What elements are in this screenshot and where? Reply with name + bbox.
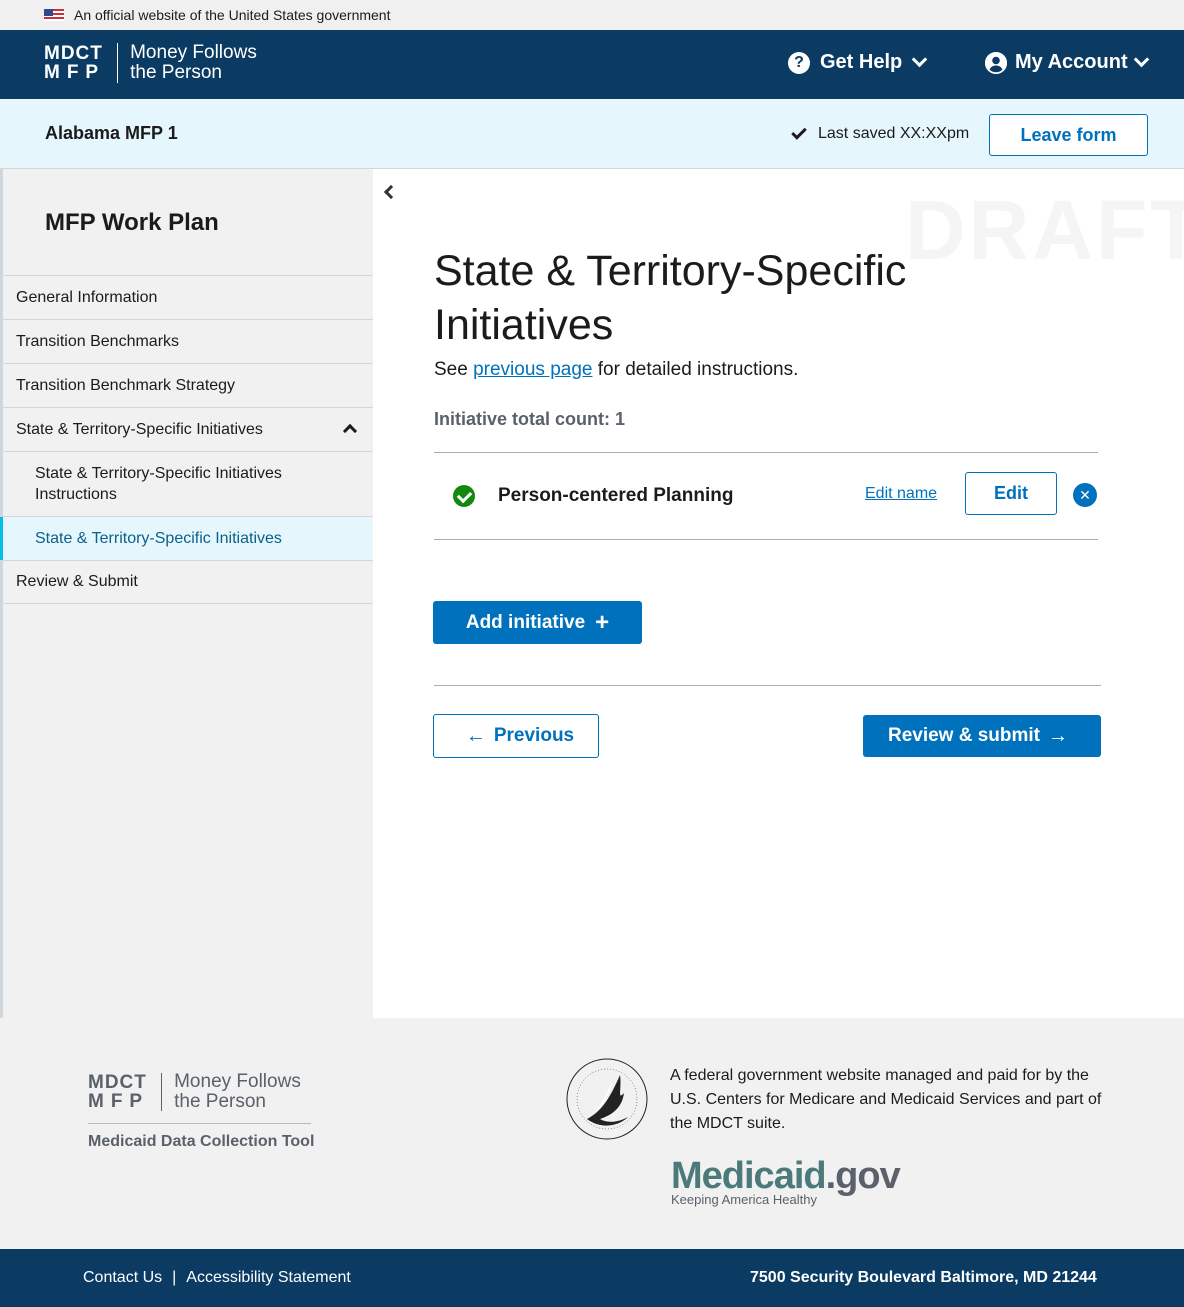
sidebar-item-label: Review & Submit bbox=[16, 573, 138, 590]
edit-initiative-button[interactable]: Edit bbox=[965, 472, 1057, 515]
footer-bottom-bar: Contact Us | Accessibility Statement 750… bbox=[0, 1249, 1184, 1307]
my-account-label: My Account bbox=[1015, 51, 1128, 73]
logo-abbr-line1: MDCT bbox=[44, 43, 103, 64]
sidebar-item-label: State & Territory-Specific Initiatives I… bbox=[35, 465, 282, 503]
sidebar-title: MFP Work Plan bbox=[45, 209, 219, 236]
leave-form-button[interactable]: Leave form bbox=[989, 114, 1148, 156]
logo-name: Money Follows the Person bbox=[174, 1072, 301, 1112]
gov-banner-text: An official website of the United States… bbox=[74, 7, 391, 23]
initiative-name: Person-centered Planning bbox=[498, 485, 734, 506]
sidebar-subitem-initiatives-instructions[interactable]: State & Territory-Specific Initiatives I… bbox=[3, 451, 373, 516]
previous-button[interactable]: ← Previous bbox=[433, 714, 599, 758]
logo-abbr-line2: MFP bbox=[44, 62, 106, 83]
sidebar-item-transition-benchmark-strategy[interactable]: Transition Benchmark Strategy bbox=[3, 363, 373, 407]
gov-banner: An official website of the United States… bbox=[0, 0, 1184, 30]
logo-abbr-line2: MFP bbox=[88, 1091, 150, 1112]
sidebar-item-general-information[interactable]: General Information bbox=[3, 275, 373, 319]
get-help-label: Get Help bbox=[820, 51, 903, 73]
question-icon: ? bbox=[788, 51, 810, 74]
checkmark-icon bbox=[791, 124, 807, 140]
review-submit-button[interactable]: Review & submit → bbox=[863, 715, 1101, 757]
plus-icon: + bbox=[595, 609, 610, 636]
my-account-menu[interactable]: My Account bbox=[985, 51, 1149, 74]
hhs-seal-icon bbox=[566, 1058, 648, 1140]
sidebar-item-label: General Information bbox=[16, 288, 158, 306]
mfp-logo[interactable]: MDCT MFP Money Follows the Person bbox=[44, 43, 257, 83]
medicaid-word: Medicaid bbox=[671, 1155, 827, 1197]
chevron-left-icon bbox=[383, 184, 399, 200]
collapse-sidebar-button[interactable] bbox=[380, 182, 400, 206]
complete-check-icon bbox=[453, 485, 475, 507]
logo-name-line1: Money Follows bbox=[130, 42, 257, 63]
sidebar-item-label: State & Territory-Specific Initiatives bbox=[35, 529, 282, 547]
instructions-suffix: for detailed instructions. bbox=[592, 359, 799, 380]
medicaid-gov-suffix: .gov bbox=[825, 1155, 901, 1197]
medicaid-gov-logo[interactable]: Medicaid.gov Keeping America Healthy bbox=[671, 1155, 901, 1207]
sidebar-item-transition-benchmarks[interactable]: Transition Benchmarks bbox=[3, 319, 373, 363]
instructions-prefix: See bbox=[434, 359, 474, 380]
logo-name: Money Follows the Person bbox=[130, 43, 257, 83]
initiative-count: Initiative total count: 1 bbox=[434, 409, 626, 429]
tool-name: Medicaid Data Collection Tool bbox=[88, 1133, 315, 1150]
accessibility-statement-link[interactable]: Accessibility Statement bbox=[186, 1269, 351, 1287]
sidebar-subitem-initiatives[interactable]: State & Territory-Specific Initiatives bbox=[0, 516, 373, 560]
add-initiative-label: Add initiative bbox=[465, 611, 586, 633]
logo-name-line2: the Person bbox=[130, 62, 223, 83]
footer-mfp-logo: MDCT MFP Money Follows the Person bbox=[88, 1072, 301, 1112]
logo-abbr: MDCT MFP bbox=[44, 44, 105, 82]
sidebar-item-label: Transition Benchmarks bbox=[16, 332, 180, 350]
sidebar-nav: General Information Transition Benchmark… bbox=[0, 275, 373, 604]
logo-divider bbox=[117, 43, 119, 83]
initiative-row: Person-centered Planning Edit name Edit … bbox=[434, 453, 1098, 539]
divider bbox=[434, 685, 1101, 686]
sidebar-item-label: State & Territory-Specific Initiatives bbox=[16, 420, 263, 438]
logo-name-line1: Money Follows bbox=[174, 1071, 301, 1092]
site-header: MDCT MFP Money Follows the Person ? Get … bbox=[0, 30, 1184, 99]
chevron-up-icon bbox=[342, 423, 358, 439]
logo-name-line2: the Person bbox=[174, 1091, 267, 1112]
footer-links: Contact Us | Accessibility Statement bbox=[83, 1269, 361, 1287]
sidebar-item-state-territory-initiatives[interactable]: State & Territory-Specific Initiatives bbox=[3, 407, 373, 451]
footer-logo-rule bbox=[88, 1123, 311, 1124]
previous-page-link[interactable]: previous page bbox=[473, 359, 592, 380]
sidebar-item-review-submit[interactable]: Review & Submit bbox=[3, 560, 373, 604]
get-help-menu[interactable]: ? Get Help bbox=[788, 51, 928, 74]
last-saved: Last saved XX:XXpm bbox=[791, 124, 970, 143]
arrow-right-icon: → bbox=[1048, 724, 1069, 747]
chevron-down-icon bbox=[911, 51, 928, 68]
delete-initiative-icon[interactable]: ✕ bbox=[1073, 483, 1097, 507]
add-initiative-button[interactable]: Add initiative + bbox=[433, 601, 642, 644]
previous-label: Previous bbox=[493, 725, 575, 746]
logo-abbr: MDCT MFP bbox=[88, 1073, 149, 1111]
arrow-left-icon: ← bbox=[465, 724, 486, 747]
account-icon bbox=[985, 51, 1007, 74]
logo-abbr-line1: MDCT bbox=[88, 1072, 147, 1093]
us-flag-icon bbox=[44, 9, 64, 21]
logo-divider bbox=[161, 1073, 163, 1111]
contact-us-link[interactable]: Contact Us bbox=[83, 1269, 162, 1287]
chevron-down-icon bbox=[1133, 51, 1149, 68]
sidebar-item-label: Transition Benchmark Strategy bbox=[16, 376, 236, 394]
footer-statement: A federal government website managed and… bbox=[670, 1067, 1102, 1132]
footer-address: 7500 Security Boulevard Baltimore, MD 21… bbox=[750, 1269, 1097, 1286]
page-title: State & Territory-Specific Initiatives bbox=[434, 247, 907, 349]
edit-name-link[interactable]: Edit name bbox=[865, 485, 937, 503]
review-submit-label: Review & submit bbox=[887, 725, 1041, 746]
footer: MDCT MFP Money Follows the Person Medica… bbox=[0, 1018, 1184, 1249]
last-saved-text: Last saved XX:XXpm bbox=[818, 125, 970, 142]
report-name: Alabama MFP 1 bbox=[45, 123, 178, 143]
divider bbox=[434, 539, 1098, 540]
instructions-text: See previous page for detailed instructi… bbox=[434, 359, 798, 381]
link-separator: | bbox=[172, 1269, 177, 1286]
report-subheader: Alabama MFP 1 Last saved XX:XXpm Leave f… bbox=[0, 99, 1184, 169]
